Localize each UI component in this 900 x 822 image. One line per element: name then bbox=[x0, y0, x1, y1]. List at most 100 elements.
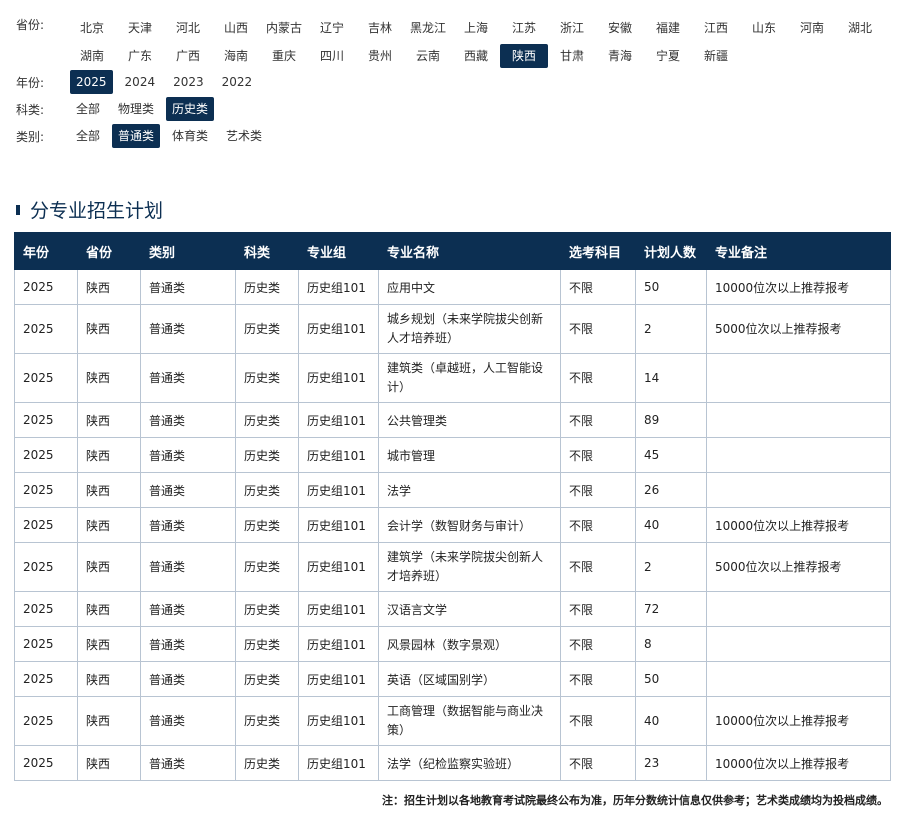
province-option[interactable]: 辽宁 bbox=[308, 16, 356, 40]
table-cell: 23 bbox=[635, 745, 707, 781]
province-option[interactable]: 新疆 bbox=[692, 44, 740, 68]
table-cell: 历史组101 bbox=[298, 402, 379, 438]
province-option[interactable]: 北京 bbox=[68, 16, 116, 40]
province-option[interactable]: 浙江 bbox=[548, 16, 596, 40]
province-option[interactable]: 贵州 bbox=[356, 44, 404, 68]
table-cell: 陕西 bbox=[77, 402, 141, 438]
subject-filter-label: 科类: bbox=[16, 102, 45, 117]
province-option[interactable]: 广西 bbox=[164, 44, 212, 68]
category-option[interactable]: 全部 bbox=[70, 124, 106, 148]
province-option[interactable]: 青海 bbox=[596, 44, 644, 68]
category-option[interactable]: 普通类 bbox=[112, 124, 161, 148]
table-cell: 不限 bbox=[560, 591, 636, 627]
province-option[interactable]: 山西 bbox=[212, 16, 260, 40]
year-option[interactable]: 2023 bbox=[167, 70, 210, 94]
province-option[interactable]: 甘肃 bbox=[548, 44, 596, 68]
table-cell: 历史类 bbox=[235, 472, 299, 508]
table-cell: 历史类 bbox=[235, 696, 299, 746]
province-option[interactable]: 天津 bbox=[116, 16, 164, 40]
category-option[interactable]: 艺术类 bbox=[220, 124, 268, 148]
table-cell: 2025 bbox=[14, 472, 78, 508]
table-cell: 2025 bbox=[14, 542, 78, 592]
table-cell: 历史类 bbox=[235, 437, 299, 473]
column-header: 省份 bbox=[77, 232, 141, 270]
year-option[interactable]: 2022 bbox=[216, 70, 259, 94]
table-row: 2025 陕西 普通类 历史类 历史组101 应用中文 不限 50 10000位次以上推荐报考 bbox=[14, 269, 891, 305]
table-cell: 陕西 bbox=[77, 626, 141, 662]
table-cell: 历史组101 bbox=[298, 304, 379, 354]
table-cell: 历史类 bbox=[235, 542, 299, 592]
column-header: 选考科目 bbox=[560, 232, 636, 270]
table-cell bbox=[706, 353, 891, 403]
province-filter-label: 省份: bbox=[16, 18, 45, 32]
province-option[interactable]: 四川 bbox=[308, 44, 356, 68]
table-cell: 2025 bbox=[14, 353, 78, 403]
table-row: 2025 陕西 普通类 历史类 历史组101 工商管理（数据智能与商业决策） 不限 40 100… bbox=[14, 696, 891, 746]
column-header: 专业组 bbox=[298, 232, 379, 270]
table-cell: 2025 bbox=[14, 661, 78, 697]
province-option[interactable]: 湖南 bbox=[68, 44, 116, 68]
year-option[interactable]: 2025 bbox=[70, 70, 113, 94]
table-cell: 26 bbox=[635, 472, 707, 508]
province-option[interactable]: 吉林 bbox=[356, 16, 404, 40]
province-filter: 北京 天津 河北 山西 内蒙古 辽宁 吉林 黑龙江 上海 江苏 浙江 安徽 福建 江西 山东 河南 湖北湖南 广东… bbox=[68, 16, 890, 68]
table-row: 2025 陕西 普通类 历史类 历史组101 法学（纪检监察实验班） 不限 23 10000位次… bbox=[14, 745, 891, 781]
province-option[interactable]: 山东 bbox=[740, 16, 788, 40]
table-cell: 历史组101 bbox=[298, 353, 379, 403]
subject-option[interactable]: 全部 bbox=[70, 97, 106, 121]
province-option[interactable]: 江苏 bbox=[500, 16, 548, 40]
province-option[interactable]: 湖北 bbox=[836, 16, 884, 40]
table-cell: 10000位次以上推荐报考 bbox=[706, 745, 891, 781]
table-cell: 普通类 bbox=[140, 353, 236, 403]
province-option[interactable]: 云南 bbox=[404, 44, 452, 68]
table-cell: 历史组101 bbox=[298, 745, 379, 781]
column-header: 专业备注 bbox=[706, 232, 891, 270]
table-cell: 普通类 bbox=[140, 402, 236, 438]
table-cell: 汉语言文学 bbox=[378, 591, 561, 627]
table-cell bbox=[706, 626, 891, 662]
year-option[interactable]: 2024 bbox=[119, 70, 162, 94]
table-cell: 普通类 bbox=[140, 542, 236, 592]
table-cell: 2 bbox=[635, 542, 707, 592]
subject-options: 全部 物理类 历史类 bbox=[70, 97, 215, 121]
table-cell: 历史组101 bbox=[298, 437, 379, 473]
table-cell: 历史类 bbox=[235, 304, 299, 354]
province-option[interactable]: 陕西 bbox=[500, 44, 548, 68]
table-cell: 建筑学（未来学院拔尖创新人才培养班） bbox=[378, 542, 561, 592]
province-option[interactable]: 海南 bbox=[212, 44, 260, 68]
table-cell: 陕西 bbox=[77, 353, 141, 403]
table-cell: 普通类 bbox=[140, 626, 236, 662]
table-cell: 不限 bbox=[560, 437, 636, 473]
section-title: 分专业招生计划 bbox=[30, 200, 164, 222]
category-option[interactable]: 体育类 bbox=[166, 124, 214, 148]
province-option[interactable]: 内蒙古 bbox=[260, 16, 308, 40]
province-option[interactable]: 重庆 bbox=[260, 44, 308, 68]
table-cell: 8 bbox=[635, 626, 707, 662]
table-cell: 普通类 bbox=[140, 304, 236, 354]
table-cell: 陕西 bbox=[77, 304, 141, 354]
province-option[interactable]: 广东 bbox=[116, 44, 164, 68]
province-option[interactable]: 黑龙江 bbox=[404, 16, 452, 40]
column-header: 类别 bbox=[140, 232, 236, 270]
table-cell: 历史类 bbox=[235, 626, 299, 662]
province-option[interactable]: 河北 bbox=[164, 16, 212, 40]
table-cell: 陕西 bbox=[77, 437, 141, 473]
subject-option[interactable]: 物理类 bbox=[112, 97, 160, 121]
province-option[interactable]: 河南 bbox=[788, 16, 836, 40]
table-cell: 法学（纪检监察实验班） bbox=[378, 745, 561, 781]
province-option[interactable]: 上海 bbox=[452, 16, 500, 40]
province-option[interactable]: 江西 bbox=[692, 16, 740, 40]
province-option[interactable]: 安徽 bbox=[596, 16, 644, 40]
subject-option[interactable]: 历史类 bbox=[166, 97, 215, 121]
table-cell: 72 bbox=[635, 591, 707, 627]
province-option[interactable]: 宁夏 bbox=[644, 44, 692, 68]
table-cell: 不限 bbox=[560, 269, 636, 305]
province-option[interactable]: 西藏 bbox=[452, 44, 500, 68]
table-row: 2025 陕西 普通类 历史类 历史组101 汉语言文学 不限 72 bbox=[14, 591, 891, 627]
enrollment-plan-table: 年份 省份 类别 科类 专业组 专业名称 选考科目 计划人数 专业备注 2025 陕西 普通类 历史类… bbox=[14, 232, 891, 781]
province-option[interactable]: 福建 bbox=[644, 16, 692, 40]
footnote: 注：招生计划以各地教育考试院最终公布为准，历年分数统计信息仅供参考；艺术类成绩均… bbox=[382, 794, 888, 807]
table-cell: 工商管理（数据智能与商业决策） bbox=[378, 696, 561, 746]
table-cell: 不限 bbox=[560, 542, 636, 592]
table-cell: 不限 bbox=[560, 626, 636, 662]
